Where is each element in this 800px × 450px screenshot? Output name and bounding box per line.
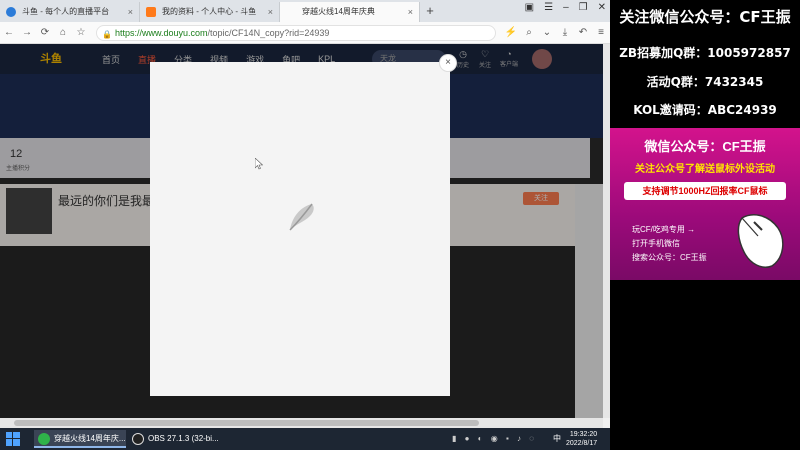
ad-qq-group-line: ZB招募加Q群：1005972857: [619, 46, 791, 60]
promo-info-line: 玩CF/吃鸡专用 →: [632, 225, 696, 234]
url-host: https://www.douyu.com: [115, 27, 208, 38]
promo-subtitle: 关注公众号了解送鼠标外设活动: [635, 164, 775, 175]
obs-app-icon: [132, 433, 144, 445]
loading-feather-icon: [289, 203, 314, 231]
minimize-icon[interactable]: –: [563, 2, 569, 13]
tab-list-icon[interactable]: ▣: [525, 2, 534, 13]
ad-promo-panel: 微信公众号：CF王振 关注公众号了解送鼠标外设活动 支持调节1000HZ回报率C…: [610, 128, 800, 280]
douyu-favicon-icon: [286, 7, 296, 17]
mouse-cursor-icon: [255, 158, 263, 170]
back-icon[interactable]: ←: [0, 27, 18, 38]
clock[interactable]: 19:32:20 2022/8/17: [566, 430, 597, 448]
douyu-favicon-icon: [6, 7, 16, 17]
undo-icon[interactable]: ↶: [574, 27, 592, 38]
refresh-icon[interactable]: ⟳: [36, 27, 54, 38]
horizontal-scrollbar[interactable]: [0, 418, 603, 428]
ad-wechat-line: 关注微信公众号：CF王振: [619, 8, 791, 26]
url-field[interactable]: 🔒 https://www.douyu.com/topic/CF14N_copy…: [96, 24, 496, 41]
taskbar-app-obs[interactable]: OBS 27.1.3 (32-bi...: [128, 430, 220, 448]
url-path: /topic/CF14N_copy?rid=24939: [207, 27, 330, 38]
input-language[interactable]: 中: [553, 433, 561, 444]
tab-label: 斗鱼 - 每个人的直播平台: [22, 7, 110, 16]
screen: 斗鱼 - 每个人的直播平台 × 我的资料 - 个人中心 - 斗鱼 × 穿越火线1…: [0, 0, 800, 450]
ad-event-group-line: 活动Q群：7432345: [646, 75, 764, 89]
windows-start-icon[interactable]: [6, 432, 20, 446]
promo-highlight: 支持调节1000HZ回报率CF鼠标: [624, 182, 786, 200]
scrollbar-thumb[interactable]: [14, 420, 479, 426]
ad-kol-code-line: KOL邀请码：ABC24939: [633, 103, 777, 117]
lock-icon: 🔒: [102, 29, 112, 39]
tab-close-icon[interactable]: ×: [268, 2, 273, 22]
menu-icon[interactable]: ☰: [544, 2, 553, 13]
taskbar-app-label: 穿越火线14周年庆...: [54, 434, 126, 443]
tab-douyu-home[interactable]: 斗鱼 - 每个人的直播平台 ×: [0, 2, 140, 22]
forward-icon[interactable]: →: [18, 27, 36, 38]
modal-close-button[interactable]: ×: [439, 54, 457, 72]
restore-icon[interactable]: ❐: [579, 2, 588, 13]
taskbar-app-label: OBS 27.1.3 (32-bi...: [148, 434, 219, 443]
tab-label: 穿越火线14周年庆典: [302, 7, 375, 16]
tab-cf-anniversary[interactable]: 穿越火线14周年庆典 ×: [280, 2, 420, 22]
home-icon[interactable]: ⌂: [54, 27, 72, 38]
browser-window: 斗鱼 - 每个人的直播平台 × 我的资料 - 个人中心 - 斗鱼 × 穿越火线1…: [0, 0, 610, 428]
search-icon[interactable]: ⌕: [520, 27, 538, 38]
promo-info-line: 搜索公众号：CF王振: [632, 253, 707, 262]
stream-overlay-ad: 关注微信公众号：CF王振 ZB招募加Q群：1005972857 活动Q群：743…: [610, 0, 800, 450]
tab-bar: 斗鱼 - 每个人的直播平台 × 我的资料 - 个人中心 - 斗鱼 × 穿越火线1…: [0, 0, 610, 22]
vertical-scrollbar[interactable]: [603, 44, 610, 418]
tab-profile[interactable]: 我的资料 - 个人中心 - 斗鱼 ×: [140, 2, 280, 22]
douyu-favicon-icon: [146, 7, 156, 17]
lightning-icon[interactable]: ⚡: [502, 27, 520, 38]
hamburger-menu-icon[interactable]: ≡: [592, 27, 610, 38]
browser-app-icon: [38, 433, 50, 445]
address-bar: ← → ⟳ ⌂ ☆ 🔒 https://www.douyu.com/topic/…: [0, 22, 610, 44]
close-window-icon[interactable]: ✕: [598, 2, 606, 13]
tab-label: 我的资料 - 个人中心 - 斗鱼: [162, 7, 257, 16]
promo-title: 微信公众号：CF王振: [644, 139, 766, 154]
tab-close-icon[interactable]: ×: [128, 2, 133, 22]
bookmark-star-icon[interactable]: ☆: [72, 27, 90, 38]
taskbar: 穿越火线14周年庆... OBS 27.1.3 (32-bi... ▮ ● ◐ …: [0, 428, 610, 450]
clock-time: 19:32:20: [569, 431, 598, 438]
system-tray-icons[interactable]: ▮ ● ◐ ◉ ▪ ♪ ◌: [452, 434, 537, 443]
new-tab-button[interactable]: +: [420, 2, 440, 22]
chevron-down-icon[interactable]: ⌄: [538, 27, 556, 38]
tab-close-icon[interactable]: ×: [408, 2, 413, 22]
clock-date: 2022/8/17: [566, 440, 598, 447]
download-icon[interactable]: ⤓: [556, 27, 574, 38]
window-controls: ▣ ☰ – ❐ ✕: [525, 2, 606, 13]
taskbar-app-browser[interactable]: 穿越火线14周年庆...: [34, 430, 126, 448]
gaming-mouse-icon: [737, 214, 784, 268]
promo-info-line: 打开手机微信: [632, 239, 680, 248]
